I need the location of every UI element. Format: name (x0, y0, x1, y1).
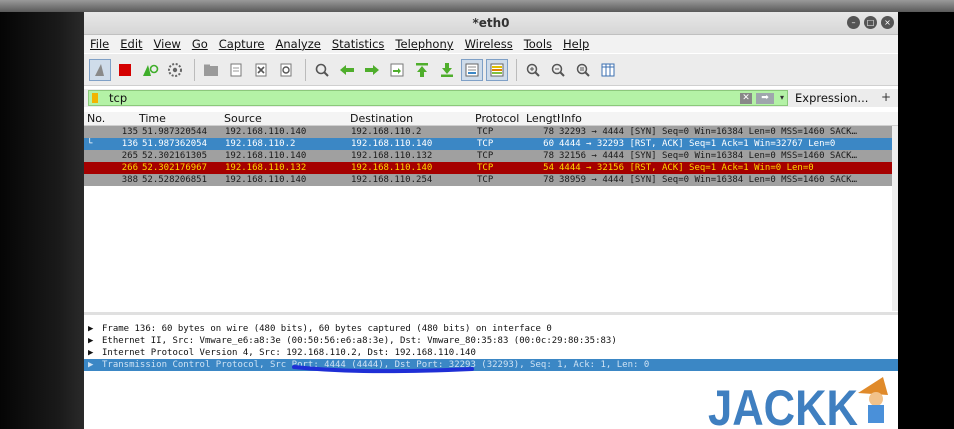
main-toolbar (84, 54, 898, 86)
toolbar-separator (516, 58, 517, 81)
detail-tree-item[interactable]: ▶ Internet Protocol Version 4, Src: 192.1… (88, 347, 898, 359)
packet-list-header: No. Time Source Destination Protocol Len… (84, 112, 898, 126)
mascot-icon (858, 377, 888, 423)
close-icon[interactable]: × (881, 16, 894, 29)
autoscroll-icon[interactable] (461, 58, 483, 81)
table-row[interactable]: 388 52.528206851 192.168.110.140 192.168… (84, 174, 892, 186)
display-filter-input[interactable]: tcp ✕ ➡ ▾ (88, 90, 788, 106)
column-length[interactable]: Length (526, 112, 560, 125)
expression-button[interactable]: Expression... (795, 91, 868, 105)
chevron-down-icon[interactable]: ▾ (777, 92, 787, 104)
column-destination[interactable]: Destination (350, 112, 413, 125)
add-filter-button[interactable]: + (881, 90, 891, 104)
menu-statistics[interactable]: Statistics (332, 37, 385, 51)
toolbar-separator (305, 58, 306, 81)
menu-view[interactable]: View (154, 37, 181, 51)
zoom-normal-icon[interactable] (572, 59, 594, 81)
display-filter-bar: tcp ✕ ➡ ▾ Expression... + (84, 89, 898, 107)
packet-list: 135 51.987320544 192.168.110.140 192.168… (84, 126, 898, 311)
annotation-underline (292, 365, 474, 374)
table-row[interactable]: 265 52.302161305 192.168.110.140 192.168… (84, 150, 892, 162)
menu-wireless[interactable]: Wireless (465, 37, 513, 51)
shark-fin-icon[interactable] (89, 58, 111, 81)
expand-triangle-icon[interactable]: ▶ (88, 359, 102, 371)
title-bar[interactable]: *eth0 – □ × (84, 12, 898, 35)
logo-text: JACKK (708, 380, 858, 429)
column-protocol[interactable]: Protocol (475, 112, 519, 125)
menu-analyze[interactable]: Analyze (276, 37, 321, 51)
desktop-left-edge (0, 12, 84, 429)
table-row[interactable]: 266 52.302176967 192.168.110.132 192.168… (84, 162, 892, 174)
forward-arrow-icon[interactable] (361, 59, 383, 81)
menu-file[interactable]: File (90, 37, 109, 51)
packet-list-scrollbar[interactable] (892, 126, 898, 311)
resize-columns-icon[interactable] (597, 59, 619, 81)
expand-triangle-icon[interactable]: ▶ (88, 335, 102, 347)
expand-triangle-icon[interactable]: ▶ (88, 323, 102, 335)
detail-tree-item[interactable]: ▶ Frame 136: 60 bytes on wire (480 bits),… (88, 323, 898, 335)
close-file-icon[interactable] (250, 59, 272, 81)
file-icon[interactable] (225, 59, 247, 81)
window-title: *eth0 (472, 16, 510, 30)
column-time[interactable]: Time (139, 112, 166, 125)
desktop-top-strip (0, 0, 954, 12)
find-icon[interactable] (311, 59, 333, 81)
reload-icon[interactable] (275, 59, 297, 81)
back-arrow-icon[interactable] (336, 59, 358, 81)
stop-icon[interactable] (114, 59, 136, 81)
column-source[interactable]: Source (224, 112, 262, 125)
wireshark-window: *eth0 – □ × File Edit View Go Capture An… (84, 12, 898, 429)
display-filter-value: tcp (109, 91, 128, 105)
expand-triangle-icon[interactable]: ▶ (88, 347, 102, 359)
menu-telephony[interactable]: Telephony (395, 37, 453, 51)
detail-tree-item[interactable]: ▶ Ethernet II, Src: Vmware_e6:a8:3e (00:5… (88, 335, 898, 347)
menu-go[interactable]: Go (192, 37, 208, 51)
gear-icon[interactable] (164, 59, 186, 81)
colorize-icon[interactable] (486, 58, 508, 81)
menu-tools[interactable]: Tools (524, 37, 552, 51)
menu-bar: File Edit View Go Capture Analyze Statis… (84, 35, 898, 53)
maximize-icon[interactable]: □ (864, 16, 877, 29)
jackk-logo: JACKK (708, 377, 888, 429)
desktop-right-edge (898, 12, 954, 429)
window-controls: – □ × (847, 16, 894, 29)
open-folder-icon[interactable] (200, 59, 222, 81)
menu-capture[interactable]: Capture (219, 37, 265, 51)
apply-filter-icon[interactable]: ➡ (756, 93, 774, 104)
detail-tree-item-selected[interactable]: ▶ Transmission Control Protocol, Src Port… (84, 359, 898, 371)
column-no[interactable]: No. (87, 112, 105, 125)
column-info[interactable]: Info (561, 112, 582, 125)
table-row[interactable]: └ 136 51.987362054 192.168.110.2 192.168… (84, 138, 892, 150)
menu-edit[interactable]: Edit (120, 37, 142, 51)
clear-filter-icon[interactable]: ✕ (740, 93, 752, 104)
first-packet-icon[interactable] (411, 59, 433, 81)
zoom-in-icon[interactable] (522, 59, 544, 81)
restart-icon[interactable] (139, 59, 161, 81)
zoom-out-icon[interactable] (547, 59, 569, 81)
toolbar-separator (194, 58, 195, 81)
bookmark-icon[interactable] (92, 93, 98, 103)
minimize-icon[interactable]: – (847, 16, 860, 29)
menu-help[interactable]: Help (563, 37, 589, 51)
last-packet-icon[interactable] (436, 59, 458, 81)
table-row[interactable]: 135 51.987320544 192.168.110.140 192.168… (84, 126, 892, 138)
goto-icon[interactable] (386, 59, 408, 81)
